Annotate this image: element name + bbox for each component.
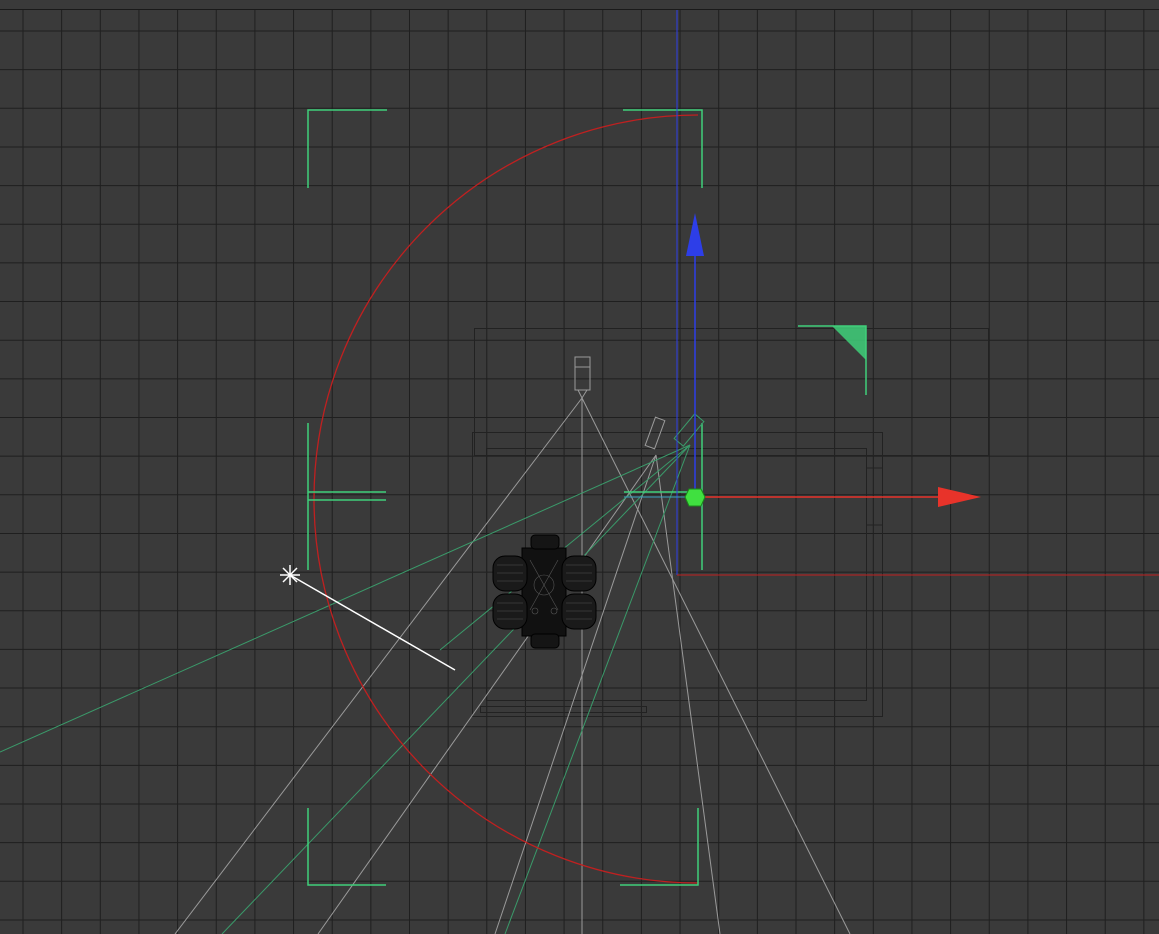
light-range-arc — [313, 114, 699, 884]
scene-viewport[interactable] — [0, 0, 1159, 934]
viewport-grid — [0, 10, 1159, 934]
z-axis-arrow[interactable] — [686, 213, 704, 256]
wheeled-robot-mesh[interactable] — [492, 534, 597, 649]
bracket-bottom-left — [307, 808, 386, 886]
bottom-bar — [480, 706, 647, 713]
point-light-icon[interactable] — [280, 565, 300, 585]
upper-box — [474, 328, 989, 456]
corner-fill-triangle — [832, 326, 866, 360]
bracket-top-left — [307, 109, 387, 188]
scene-boxes — [472, 328, 989, 717]
camera-icon[interactable] — [574, 356, 591, 400]
pivot-handle[interactable] — [684, 488, 706, 507]
viewport-canvas[interactable] — [0, 0, 1159, 934]
green-wire-lines — [0, 444, 691, 934]
camera-frustum-lines — [174, 397, 851, 934]
move-gizmo[interactable] — [624, 10, 1159, 576]
bracket-bottom-right — [620, 808, 699, 886]
x-axis-arrow[interactable] — [938, 487, 981, 507]
green-camera-icon[interactable] — [673, 413, 705, 447]
bracket-top-right — [623, 109, 703, 188]
light-direction-line — [289, 574, 456, 671]
